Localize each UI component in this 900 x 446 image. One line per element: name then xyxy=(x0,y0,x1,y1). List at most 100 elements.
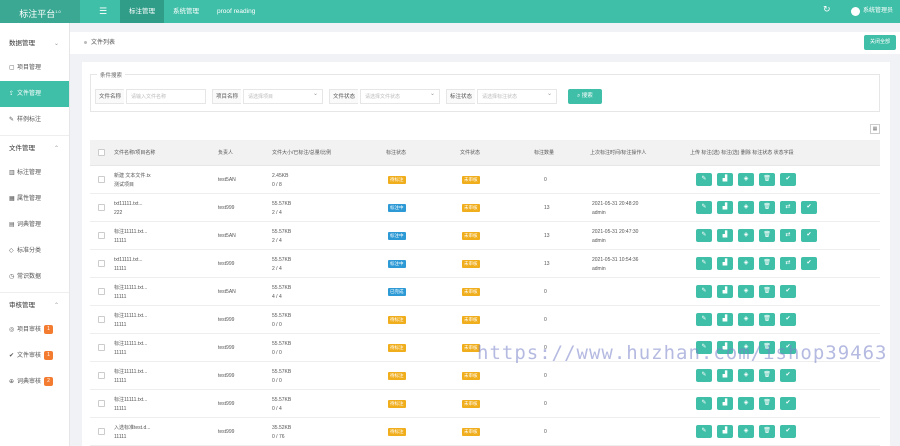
col-count[interactable]: 标注数量 xyxy=(534,140,554,166)
sidebar-item-attributes[interactable]: ▦ 属性管理 xyxy=(0,186,69,212)
app-logo[interactable]: 标注平台1.0 xyxy=(0,0,80,23)
file-name[interactable]: 标注11111.txt... xyxy=(114,312,147,320)
file-name[interactable]: txt11111.txt... xyxy=(114,256,143,264)
file-name[interactable]: 标注11111.txt... xyxy=(114,396,147,404)
column-toggle-icon[interactable]: ▦ xyxy=(870,124,880,134)
delete-button[interactable]: 🗑 xyxy=(759,369,775,382)
nav-item-proofreading[interactable]: proof reading xyxy=(208,0,264,23)
file-status-select[interactable]: 请选择文件状态 xyxy=(360,87,440,104)
tab-file-list[interactable]: 文件列表 xyxy=(84,32,115,54)
col-annotation-status[interactable]: 标注状态 xyxy=(386,140,406,166)
sidebar-item-file-review[interactable]: ✔ 文件审核 1 xyxy=(0,343,69,369)
swap-button[interactable]: ⇄ xyxy=(780,257,796,270)
delete-button[interactable]: 🗑 xyxy=(759,397,775,410)
sidebar-item-files[interactable]: ⇪ 文件管理 xyxy=(0,81,69,107)
row-checkbox[interactable] xyxy=(98,372,105,379)
tag-button[interactable]: ◈ xyxy=(738,285,754,298)
file-name[interactable]: 标注11111.txt... xyxy=(114,368,147,376)
edit-button[interactable]: ✎ xyxy=(696,285,712,298)
chart-button[interactable]: ▟ xyxy=(717,397,733,410)
nav-item-annotation[interactable]: 标注管理 xyxy=(120,0,164,23)
sidebar-group-data[interactable]: 数据管理 ⌄ xyxy=(0,33,69,55)
tag-button[interactable]: ◈ xyxy=(738,313,754,326)
menu-icon[interactable]: ☰ xyxy=(96,5,110,18)
project-select[interactable]: 请选择项目 xyxy=(243,87,323,104)
sidebar-item-dictionary[interactable]: ▤ 词典管理 xyxy=(0,212,69,238)
delete-button[interactable]: 🗑 xyxy=(759,425,775,438)
delete-button[interactable]: 🗑 xyxy=(759,173,775,186)
check-button[interactable]: ✔ xyxy=(780,397,796,410)
col-filename[interactable]: 文件名称/项目名称 xyxy=(114,140,155,166)
sidebar-item-project-review[interactable]: ◎ 项目审核 1 xyxy=(0,317,69,343)
row-checkbox[interactable] xyxy=(98,428,105,435)
delete-button[interactable]: 🗑 xyxy=(759,285,775,298)
chart-button[interactable]: ▟ xyxy=(717,229,733,242)
nav-item-system[interactable]: 系统管理 xyxy=(164,0,208,23)
file-name[interactable]: 标注11111.txt... xyxy=(114,228,147,236)
close-all-button[interactable]: 关闭全部 xyxy=(863,35,896,50)
tag-button[interactable]: ◈ xyxy=(738,229,754,242)
chart-button[interactable]: ▟ xyxy=(717,369,733,382)
col-file-status[interactable]: 文件状态 xyxy=(460,140,480,166)
row-checkbox[interactable] xyxy=(98,316,105,323)
delete-button[interactable]: 🗑 xyxy=(759,201,775,214)
check-button[interactable]: ✔ xyxy=(780,173,796,186)
check-button[interactable]: ✔ xyxy=(780,313,796,326)
tag-button[interactable]: ◈ xyxy=(738,257,754,270)
row-checkbox[interactable] xyxy=(98,176,105,183)
edit-button[interactable]: ✎ xyxy=(696,201,712,214)
edit-button[interactable]: ✎ xyxy=(696,257,712,270)
avatar[interactable] xyxy=(851,7,860,16)
tag-button[interactable]: ◈ xyxy=(738,173,754,186)
edit-button[interactable]: ✎ xyxy=(696,397,712,410)
col-size[interactable]: 文件大小/已标注/总量/比例 xyxy=(272,140,331,166)
user-name[interactable]: 系统管理员 xyxy=(863,0,893,23)
chart-button[interactable]: ▟ xyxy=(717,285,733,298)
edit-button[interactable]: ✎ xyxy=(696,425,712,438)
delete-button[interactable]: 🗑 xyxy=(759,257,775,270)
search-button[interactable]: ⌕ 搜索 xyxy=(568,89,602,104)
row-checkbox[interactable] xyxy=(98,288,105,295)
delete-button[interactable]: 🗑 xyxy=(759,229,775,242)
filename-input[interactable]: 请输入文件名称 xyxy=(126,89,206,104)
row-checkbox[interactable] xyxy=(98,204,105,211)
file-name[interactable]: 新建 文本文件.tx xyxy=(114,172,151,180)
row-checkbox[interactable] xyxy=(98,232,105,239)
file-name[interactable]: txt11111.txt... xyxy=(114,200,143,208)
chart-button[interactable]: ▟ xyxy=(717,425,733,438)
sidebar-item-common[interactable]: ◷ 常识数据 xyxy=(0,264,69,290)
sidebar-item-categories[interactable]: ◇ 标准分类 xyxy=(0,238,69,264)
sidebar-group-files[interactable]: 文件管理 ⌃ xyxy=(0,138,69,160)
swap-button[interactable]: ⇄ xyxy=(780,201,796,214)
tag-button[interactable]: ◈ xyxy=(738,369,754,382)
edit-button[interactable]: ✎ xyxy=(696,313,712,326)
sidebar-group-review[interactable]: 审核管理 ⌃ xyxy=(0,295,69,317)
file-name[interactable]: 入选标准test.d... xyxy=(114,424,150,432)
delete-button[interactable]: 🗑 xyxy=(759,313,775,326)
check-button[interactable]: ✔ xyxy=(780,369,796,382)
row-checkbox[interactable] xyxy=(98,400,105,407)
col-owner[interactable]: 负责人 xyxy=(218,140,233,166)
chart-button[interactable]: ▟ xyxy=(717,173,733,186)
sidebar-item-sample[interactable]: ✎ 样例标注 xyxy=(0,107,69,133)
sidebar-item-projects[interactable]: ▢ 项目管理 xyxy=(0,55,69,81)
edit-button[interactable]: ✎ xyxy=(696,369,712,382)
row-checkbox[interactable] xyxy=(98,260,105,267)
check-button[interactable]: ✔ xyxy=(801,257,817,270)
check-button[interactable]: ✔ xyxy=(801,201,817,214)
tag-button[interactable]: ◈ xyxy=(738,425,754,438)
chart-button[interactable]: ▟ xyxy=(717,201,733,214)
sidebar-item-dict-review[interactable]: ⊕ 词典审核 2 xyxy=(0,369,69,395)
chart-button[interactable]: ▟ xyxy=(717,313,733,326)
check-button[interactable]: ✔ xyxy=(801,229,817,242)
check-button[interactable]: ✔ xyxy=(780,425,796,438)
sidebar-item-annotations[interactable]: ▥ 标注管理 xyxy=(0,160,69,186)
row-checkbox[interactable] xyxy=(98,344,105,351)
edit-button[interactable]: ✎ xyxy=(696,173,712,186)
tag-button[interactable]: ◈ xyxy=(738,397,754,410)
swap-button[interactable]: ⇄ xyxy=(780,229,796,242)
file-name[interactable]: 标注11111.txt... xyxy=(114,340,147,348)
annotation-status-select[interactable]: 请选择标注状态 xyxy=(477,87,557,104)
edit-button[interactable]: ✎ xyxy=(696,229,712,242)
chart-button[interactable]: ▟ xyxy=(717,257,733,270)
